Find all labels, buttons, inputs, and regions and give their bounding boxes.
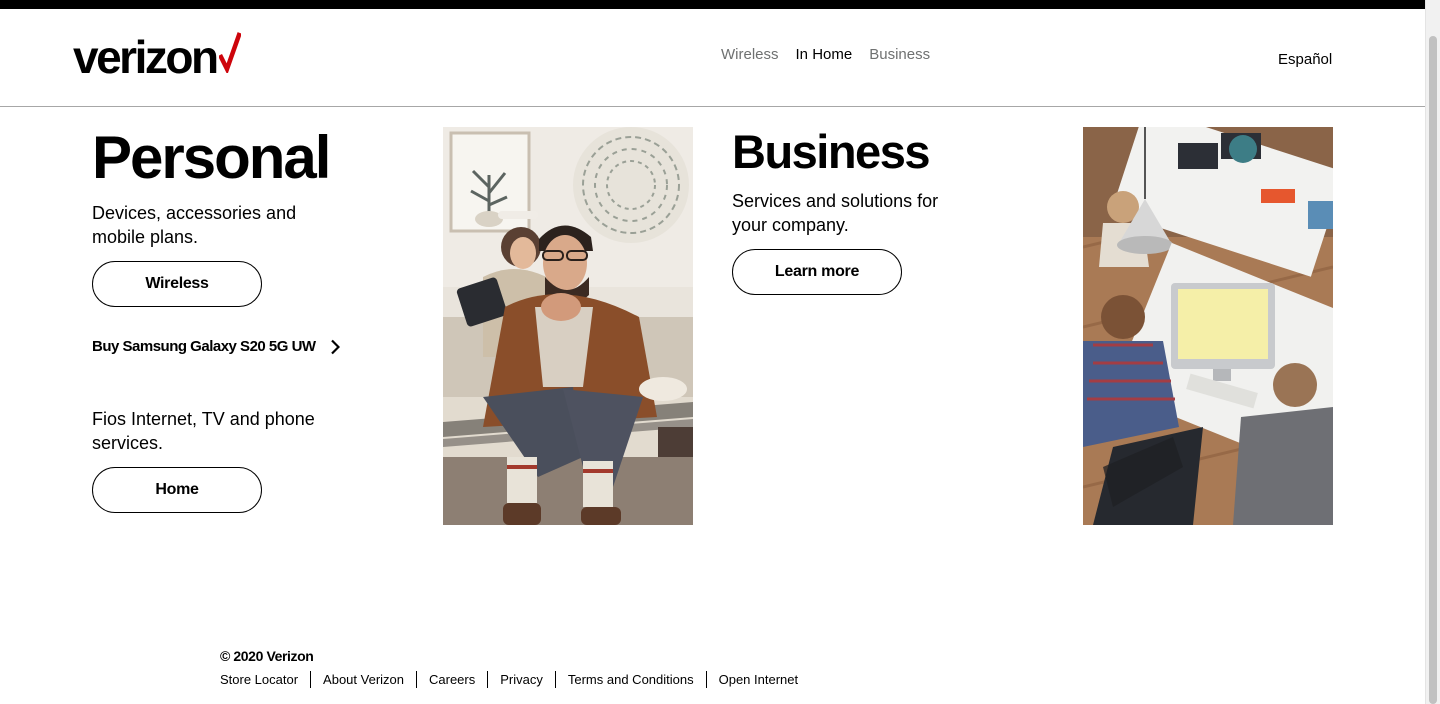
business-office-photo (1083, 127, 1333, 525)
wireless-description: Devices, accessories and mobile plans. (92, 203, 297, 247)
learn-more-button[interactable]: Learn more (732, 249, 902, 295)
scrollbar-thumb[interactable] (1429, 36, 1437, 704)
footer-link-open-internet[interactable]: Open Internet (705, 671, 811, 688)
language-toggle[interactable]: Español (1278, 51, 1332, 68)
footer-link-privacy[interactable]: Privacy (487, 671, 555, 688)
vertical-scrollbar[interactable] (1425, 0, 1440, 704)
business-heading: Business (732, 125, 930, 178)
logo-check-icon (218, 32, 241, 73)
personal-couple-photo (443, 127, 693, 525)
nav-in-home[interactable]: In Home (796, 46, 853, 63)
footer-link-careers[interactable]: Careers (416, 671, 487, 688)
footer-links: Store Locator About Verizon Careers Priv… (220, 671, 810, 688)
samsung-promo-link[interactable]: Buy Samsung Galaxy S20 5G UW (92, 338, 340, 355)
logo-wordmark: verizon (73, 31, 219, 83)
home-description: Fios Internet, TV and phone services. (92, 409, 315, 453)
home-button[interactable]: Home (92, 467, 262, 513)
footer-link-about-verizon[interactable]: About Verizon (310, 671, 416, 688)
footer-link-terms[interactable]: Terms and Conditions (554, 671, 706, 688)
nav-business[interactable]: Business (869, 46, 930, 63)
wireless-button[interactable]: Wireless (92, 261, 262, 307)
chevron-right-icon (330, 339, 340, 354)
copyright-text: © 2020 Verizon (220, 648, 314, 664)
site-header: verizon Wireless In Home Business Españo… (0, 9, 1425, 107)
verizon-logo[interactable]: verizon (73, 31, 241, 83)
promo-link-text: Buy Samsung Galaxy S20 5G UW (92, 338, 316, 355)
site-footer: © 2020 Verizon Store Locator About Veriz… (220, 648, 810, 688)
business-description: Services and solutions for your company. (732, 191, 939, 235)
main-nav: Wireless In Home Business (721, 46, 930, 63)
footer-link-store-locator[interactable]: Store Locator (220, 671, 310, 688)
personal-heading: Personal (92, 124, 331, 191)
nav-wireless[interactable]: Wireless (721, 46, 779, 63)
top-black-bar (0, 0, 1425, 9)
